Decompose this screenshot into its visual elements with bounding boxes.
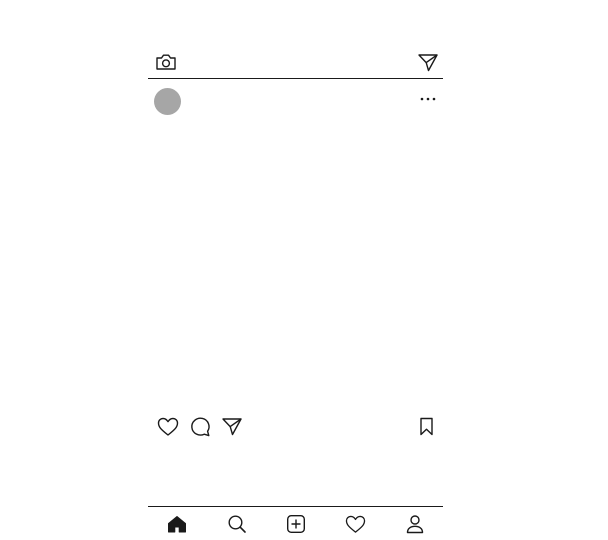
bookmark-icon[interactable] (419, 417, 434, 436)
ellipsis-icon[interactable] (418, 94, 438, 104)
home-icon[interactable] (167, 515, 187, 533)
heart-icon[interactable] (157, 417, 179, 437)
paper-plane-icon[interactable] (417, 53, 439, 72)
avatar[interactable] (154, 88, 181, 115)
search-icon[interactable] (227, 514, 247, 534)
new-post-icon[interactable] (286, 514, 306, 534)
top-bar-divider (148, 78, 443, 79)
post-image[interactable] (148, 120, 443, 405)
speech-bubble-icon[interactable] (189, 416, 211, 437)
camera-icon[interactable] (155, 53, 177, 71)
phone-screen (0, 0, 608, 540)
bottom-nav-divider (148, 506, 443, 507)
activity-heart-icon[interactable] (345, 515, 366, 534)
share-paper-plane-icon[interactable] (221, 417, 243, 436)
profile-icon[interactable] (405, 514, 425, 534)
